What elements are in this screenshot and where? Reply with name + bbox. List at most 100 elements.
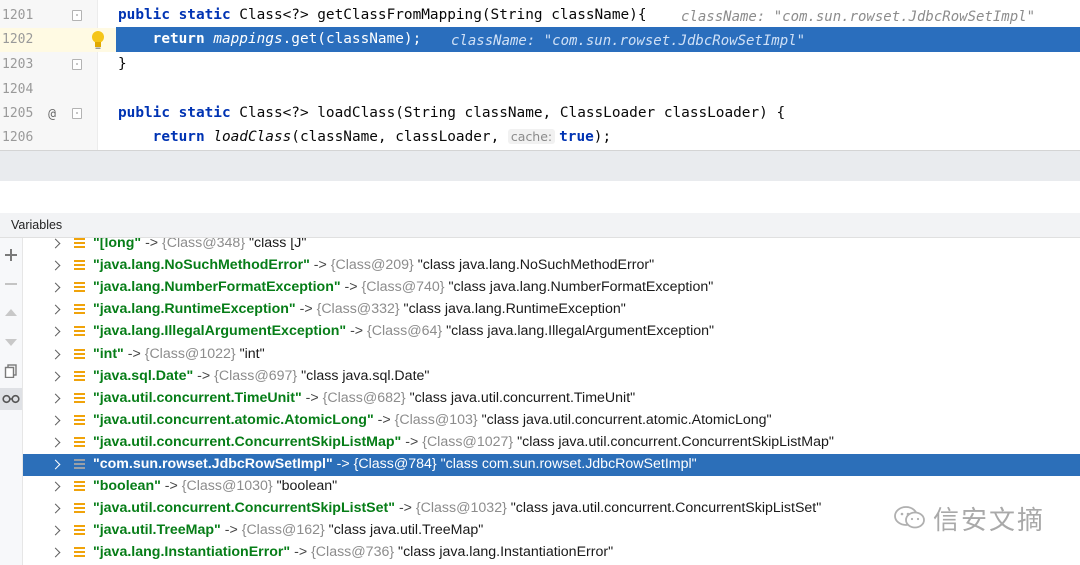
code-text-selected: return mappings.get(className); [152,31,422,47]
variable-class: {Class@332} [316,301,400,318]
field-icon [74,260,85,272]
variable-key: "java.util.concurrent.ConcurrentSkipList… [93,500,395,517]
variable-arrow: -> [123,345,145,362]
variable-text: "java.util.TreeMap" -> {Class@162} "clas… [93,522,483,538]
variable-arrow: -> [160,478,182,495]
variable-row[interactable]: "java.lang.RuntimeException" -> {Class@3… [23,299,1080,321]
expand-chevron-icon[interactable] [51,435,61,449]
variable-text: "java.lang.NoSuchMethodError" -> {Class@… [93,257,654,273]
code-line-1203[interactable]: 1203 } [0,53,1080,77]
variable-class: {Class@348} [162,238,246,251]
copy-icon[interactable] [0,360,22,382]
variable-row[interactable]: "int" -> {Class@1022} "int" [23,344,1080,366]
code-line-1204[interactable]: 1204 [0,78,1080,102]
fold-marker-icon[interactable] [72,108,82,119]
variable-class: {Class@1032} [415,500,507,517]
fold-marker-icon[interactable] [72,59,82,70]
field-icon [74,238,85,250]
variable-text: "java.lang.RuntimeException" -> {Class@3… [93,301,626,317]
expand-chevron-icon[interactable] [51,391,61,405]
expand-chevron-icon[interactable] [51,545,61,559]
panel-spacer [0,181,1080,213]
override-marker-icon[interactable]: @ [42,104,62,124]
glasses-icon[interactable] [0,388,22,410]
plus-icon[interactable] [0,244,22,266]
variable-key: "boolean" [93,478,161,495]
fold-marker-icon[interactable] [72,10,82,21]
field-icon [74,392,85,405]
code-editor[interactable]: 1201 public static Class<?> getClassFrom… [0,0,1080,150]
expand-chevron-icon[interactable] [51,457,61,471]
variable-key: "java.lang.IllegalArgumentException" [93,323,347,340]
expand-chevron-icon[interactable] [51,238,61,250]
variable-row[interactable]: "java.util.concurrent.ConcurrentSkipList… [23,432,1080,454]
variable-row[interactable]: "java.sql.Date" -> {Class@697} "class ja… [23,366,1080,388]
variable-arrow: -> [340,279,362,296]
lightbulb-icon[interactable] [89,29,107,51]
expand-chevron-icon[interactable] [51,324,61,338]
expand-chevron-icon[interactable] [51,280,61,294]
minus-icon[interactable] [0,273,22,295]
code-line-1206[interactable]: 1206 return loadClass(className, classLo… [0,126,1080,150]
variable-arrow: -> [141,238,163,251]
line-number: 1201 [2,8,34,23]
variable-arrow: -> [346,323,368,340]
variable-key: "java.util.TreeMap" [93,522,221,539]
field-icon [74,304,85,316]
variable-row[interactable]: "java.lang.NumberFormatException" -> {Cl… [23,277,1080,299]
variable-class: {Class@209} [330,257,414,274]
variable-text: "com.sun.rowset.JdbcRowSetImpl" -> {Clas… [93,456,697,472]
variable-text: "java.util.concurrent.atomic.AtomicLong"… [93,412,772,428]
variable-class: {Class@1027} [422,433,514,450]
field-icon [74,414,85,427]
variable-class: {Class@64} [367,323,443,340]
variable-text: "java.util.concurrent.ConcurrentSkipList… [93,500,821,516]
variable-key: "int" [93,345,124,362]
editor-status-strip [0,150,1080,182]
variable-key: "java.lang.RuntimeException" [93,301,296,318]
code-text: public static Class<?> loadClass(String … [118,105,786,121]
variable-key: "[long" [93,238,142,251]
variable-class: {Class@736} [311,544,395,561]
field-icon [74,503,85,515]
variable-row[interactable]: "java.lang.IllegalArgumentException" -> … [23,321,1080,343]
variable-value: "class java.lang.RuntimeException" [399,301,626,318]
line-number: 1206 [2,130,34,145]
variable-value: "class java.sql.Date" [297,367,430,384]
variable-arrow: -> [301,389,323,406]
variable-key: "java.util.concurrent.TimeUnit" [93,389,302,406]
expand-chevron-icon[interactable] [51,369,61,383]
variable-row[interactable]: "java.util.concurrent.atomic.AtomicLong"… [23,410,1080,432]
variable-arrow: -> [395,500,416,517]
code-text: return loadClass(className, classLoader,… [152,129,612,145]
expand-chevron-icon[interactable] [51,523,61,537]
variable-arrow: -> [309,257,331,274]
variable-arrow: -> [220,522,242,539]
expand-chevron-icon[interactable] [51,479,61,493]
variable-text: "java.lang.InstantiationError" -> {Class… [93,544,613,560]
expand-chevron-icon[interactable] [51,258,61,272]
down-arrow-icon[interactable] [0,331,22,353]
variable-row[interactable]: "[long" -> {Class@348} "class [J" [23,238,1080,255]
watermark: 信安文摘 [893,500,1063,536]
variable-row[interactable]: "java.lang.NoSuchMethodError" -> {Class@… [23,255,1080,277]
expand-chevron-icon[interactable] [51,501,61,515]
up-arrow-icon[interactable] [0,302,22,324]
variable-row[interactable]: "boolean" -> {Class@1030} "boolean" [23,476,1080,498]
code-line-1201[interactable]: 1201 public static Class<?> getClassFrom… [0,4,1080,28]
expand-chevron-icon[interactable] [51,347,61,361]
field-icon [74,326,85,338]
inline-value-hint: className: "com.sun.rowset.JdbcRowSetImp… [451,33,806,49]
field-icon [74,370,85,383]
variable-class: {Class@1022} [144,345,236,362]
variable-row[interactable]: "java.lang.InstantiationError" -> {Class… [23,542,1080,564]
variable-row[interactable]: "java.util.concurrent.TimeUnit" -> {Clas… [23,388,1080,410]
code-line-1205[interactable]: 1205 @ public static Class<?> loadClass(… [0,102,1080,126]
expand-chevron-icon[interactable] [51,302,61,316]
variable-row[interactable]: "com.sun.rowset.JdbcRowSetImpl" -> {Clas… [23,454,1080,476]
expand-chevron-icon[interactable] [51,413,61,427]
variable-text: "java.sql.Date" -> {Class@697} "class ja… [93,368,429,384]
wechat-icon [894,506,925,529]
variable-value: "class java.util.concurrent.atomic.Atomi… [477,411,772,428]
variable-text: "int" -> {Class@1022} "int" [93,346,265,362]
